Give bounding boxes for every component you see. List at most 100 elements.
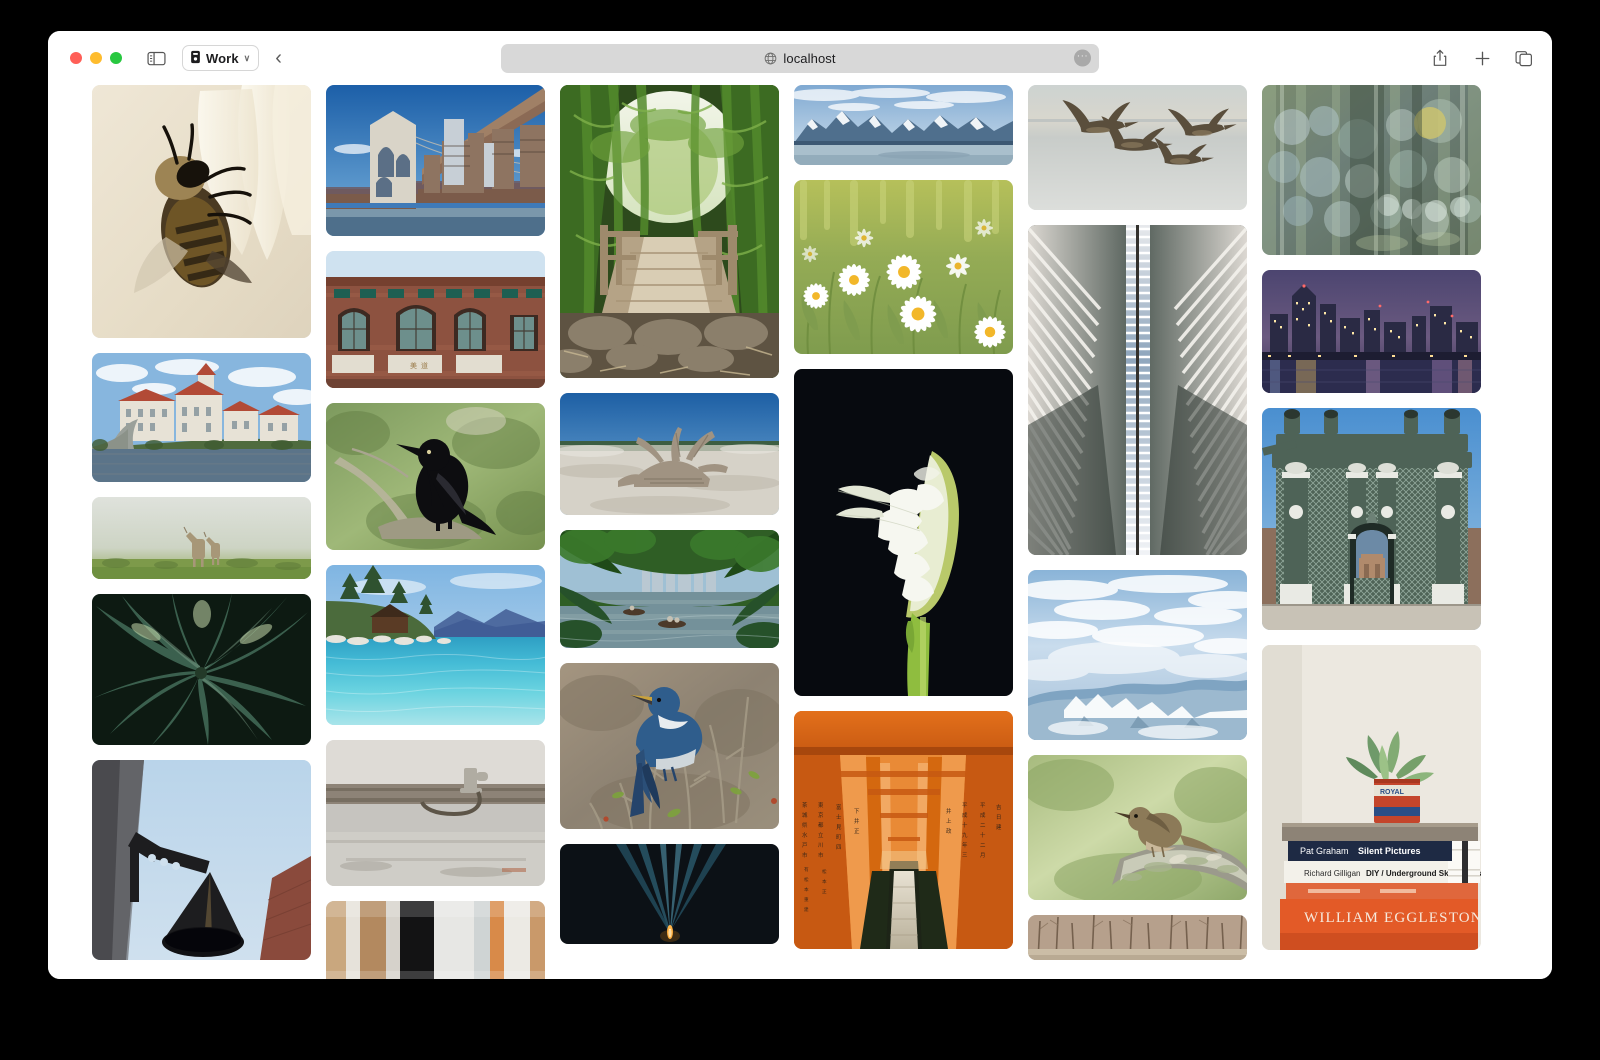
photo-crow xyxy=(326,403,545,550)
photo-card[interactable] xyxy=(1028,755,1247,900)
svg-text:下: 下 xyxy=(854,808,860,815)
photo-card[interactable] xyxy=(1262,270,1481,393)
photo-card[interactable] xyxy=(1262,408,1481,630)
browser-window: Work ∨ ‹ localhost xyxy=(48,31,1552,979)
photo-card[interactable] xyxy=(326,403,545,550)
address-text[interactable]: localhost xyxy=(783,51,835,66)
photo-jay xyxy=(560,663,779,829)
photo-column-2: 美道 xyxy=(326,85,545,979)
address-content: localhost xyxy=(764,51,835,66)
photo-spigot xyxy=(326,740,545,886)
page-settings-icon[interactable]: ··· xyxy=(1074,50,1091,67)
photo-card[interactable] xyxy=(326,85,545,236)
photo-card[interactable]: ROYAL Pat Graham Silent Pictures Richard… xyxy=(1262,645,1481,950)
photo-lake xyxy=(326,565,545,725)
svg-text:上: 上 xyxy=(946,817,952,825)
photo-card[interactable] xyxy=(326,901,545,979)
svg-text:市: 市 xyxy=(818,851,824,859)
svg-text:県: 県 xyxy=(802,822,808,829)
photo-card[interactable] xyxy=(92,497,311,579)
photo-card[interactable] xyxy=(794,369,1013,696)
svg-text:道: 道 xyxy=(421,361,428,370)
sidebar-toggle-icon[interactable] xyxy=(144,47,168,69)
svg-text:戸: 戸 xyxy=(802,842,808,849)
photo-card[interactable] xyxy=(326,740,545,886)
zoom-button[interactable] xyxy=(110,52,122,64)
photo-column-3 xyxy=(560,85,779,944)
photo-louvers xyxy=(1028,225,1247,555)
svg-text:十: 十 xyxy=(980,831,986,839)
svg-text:東: 東 xyxy=(818,801,824,809)
photo-card[interactable]: 茶城県 水戸市 東京都 立川市 富士見 町四 下井正 平成十 九年三 平成二 十… xyxy=(794,711,1013,949)
photo-agave xyxy=(92,594,311,745)
share-icon[interactable] xyxy=(1428,47,1452,69)
photo-deer xyxy=(92,497,311,579)
photo-rowboat xyxy=(560,530,779,648)
toolbar-left-group: Work ∨ ‹ xyxy=(64,45,284,71)
photo-card[interactable] xyxy=(794,180,1013,354)
address-bar[interactable]: localhost ··· xyxy=(501,44,1099,73)
close-button[interactable] xyxy=(70,52,82,64)
book-spine-author-1: Pat Graham xyxy=(1300,846,1349,856)
photo-card[interactable] xyxy=(92,760,311,960)
photo-card[interactable] xyxy=(794,85,1013,165)
minimize-button[interactable] xyxy=(90,52,102,64)
photo-card[interactable] xyxy=(92,353,311,482)
book-spine-author-2: Richard Gilligan xyxy=(1304,869,1360,878)
chevron-down-icon[interactable]: ∨ xyxy=(244,54,251,63)
svg-text:二: 二 xyxy=(980,843,986,849)
photo-card[interactable] xyxy=(1028,225,1247,555)
photo-bamboo xyxy=(560,85,779,378)
photo-card[interactable] xyxy=(1262,85,1481,255)
svg-text:茶: 茶 xyxy=(802,801,808,809)
svg-text:水: 水 xyxy=(802,831,808,839)
photo-grid: 美道 xyxy=(92,85,1524,979)
svg-text:月: 月 xyxy=(980,852,985,859)
new-tab-icon[interactable] xyxy=(1470,47,1494,69)
can-label: ROYAL xyxy=(1380,789,1405,796)
photo-card[interactable] xyxy=(560,393,779,515)
svg-text:井: 井 xyxy=(946,807,952,815)
window-controls[interactable] xyxy=(70,52,122,64)
photo-candle xyxy=(560,844,779,944)
svg-text:町: 町 xyxy=(836,834,842,841)
svg-text:成: 成 xyxy=(962,811,968,819)
back-button[interactable]: ‹ xyxy=(273,48,284,68)
globe-icon xyxy=(764,52,777,65)
profile-switcher-button[interactable]: Work ∨ xyxy=(182,45,259,71)
svg-text:九: 九 xyxy=(962,831,968,839)
photo-card[interactable] xyxy=(1028,915,1247,960)
photo-card[interactable] xyxy=(1028,85,1247,210)
photo-card[interactable]: 美道 xyxy=(326,251,545,388)
svg-text:見: 見 xyxy=(836,824,842,831)
tab-overview-icon[interactable] xyxy=(1512,47,1536,69)
svg-text:建: 建 xyxy=(996,823,1002,831)
photo-bee xyxy=(92,85,311,338)
svg-text:城: 城 xyxy=(802,812,808,819)
photo-torii: 茶城県 水戸市 東京都 立川市 富士見 町四 下井正 平成十 九年三 平成二 十… xyxy=(794,711,1013,949)
svg-text:建: 建 xyxy=(804,906,809,913)
photo-card[interactable] xyxy=(1028,570,1247,740)
photo-card[interactable] xyxy=(326,565,545,725)
photo-wren xyxy=(1028,755,1247,900)
photo-driftwood xyxy=(560,393,779,515)
photo-card[interactable] xyxy=(560,85,779,378)
photo-card[interactable] xyxy=(560,530,779,648)
svg-text:重: 重 xyxy=(804,896,809,902)
svg-text:富: 富 xyxy=(836,803,841,811)
svg-text:日: 日 xyxy=(996,814,1001,821)
photo-books: ROYAL Pat Graham Silent Pictures Richard… xyxy=(1262,645,1481,950)
photo-skyline-night xyxy=(1262,270,1481,393)
photo-card[interactable] xyxy=(560,844,779,944)
photo-card[interactable] xyxy=(92,594,311,745)
svg-text:平: 平 xyxy=(962,802,968,809)
svg-text:士: 士 xyxy=(836,813,842,821)
svg-text:市: 市 xyxy=(802,851,808,859)
photo-column-4: 茶城県 水戸市 東京都 立川市 富士見 町四 下井正 平成十 九年三 平成二 十… xyxy=(794,85,1013,949)
photo-lamp xyxy=(92,760,311,960)
page-content: 美道 xyxy=(48,85,1552,979)
photo-card[interactable] xyxy=(560,663,779,829)
svg-text:成: 成 xyxy=(980,811,986,819)
photo-card[interactable] xyxy=(92,85,311,338)
svg-text:京: 京 xyxy=(818,811,824,819)
